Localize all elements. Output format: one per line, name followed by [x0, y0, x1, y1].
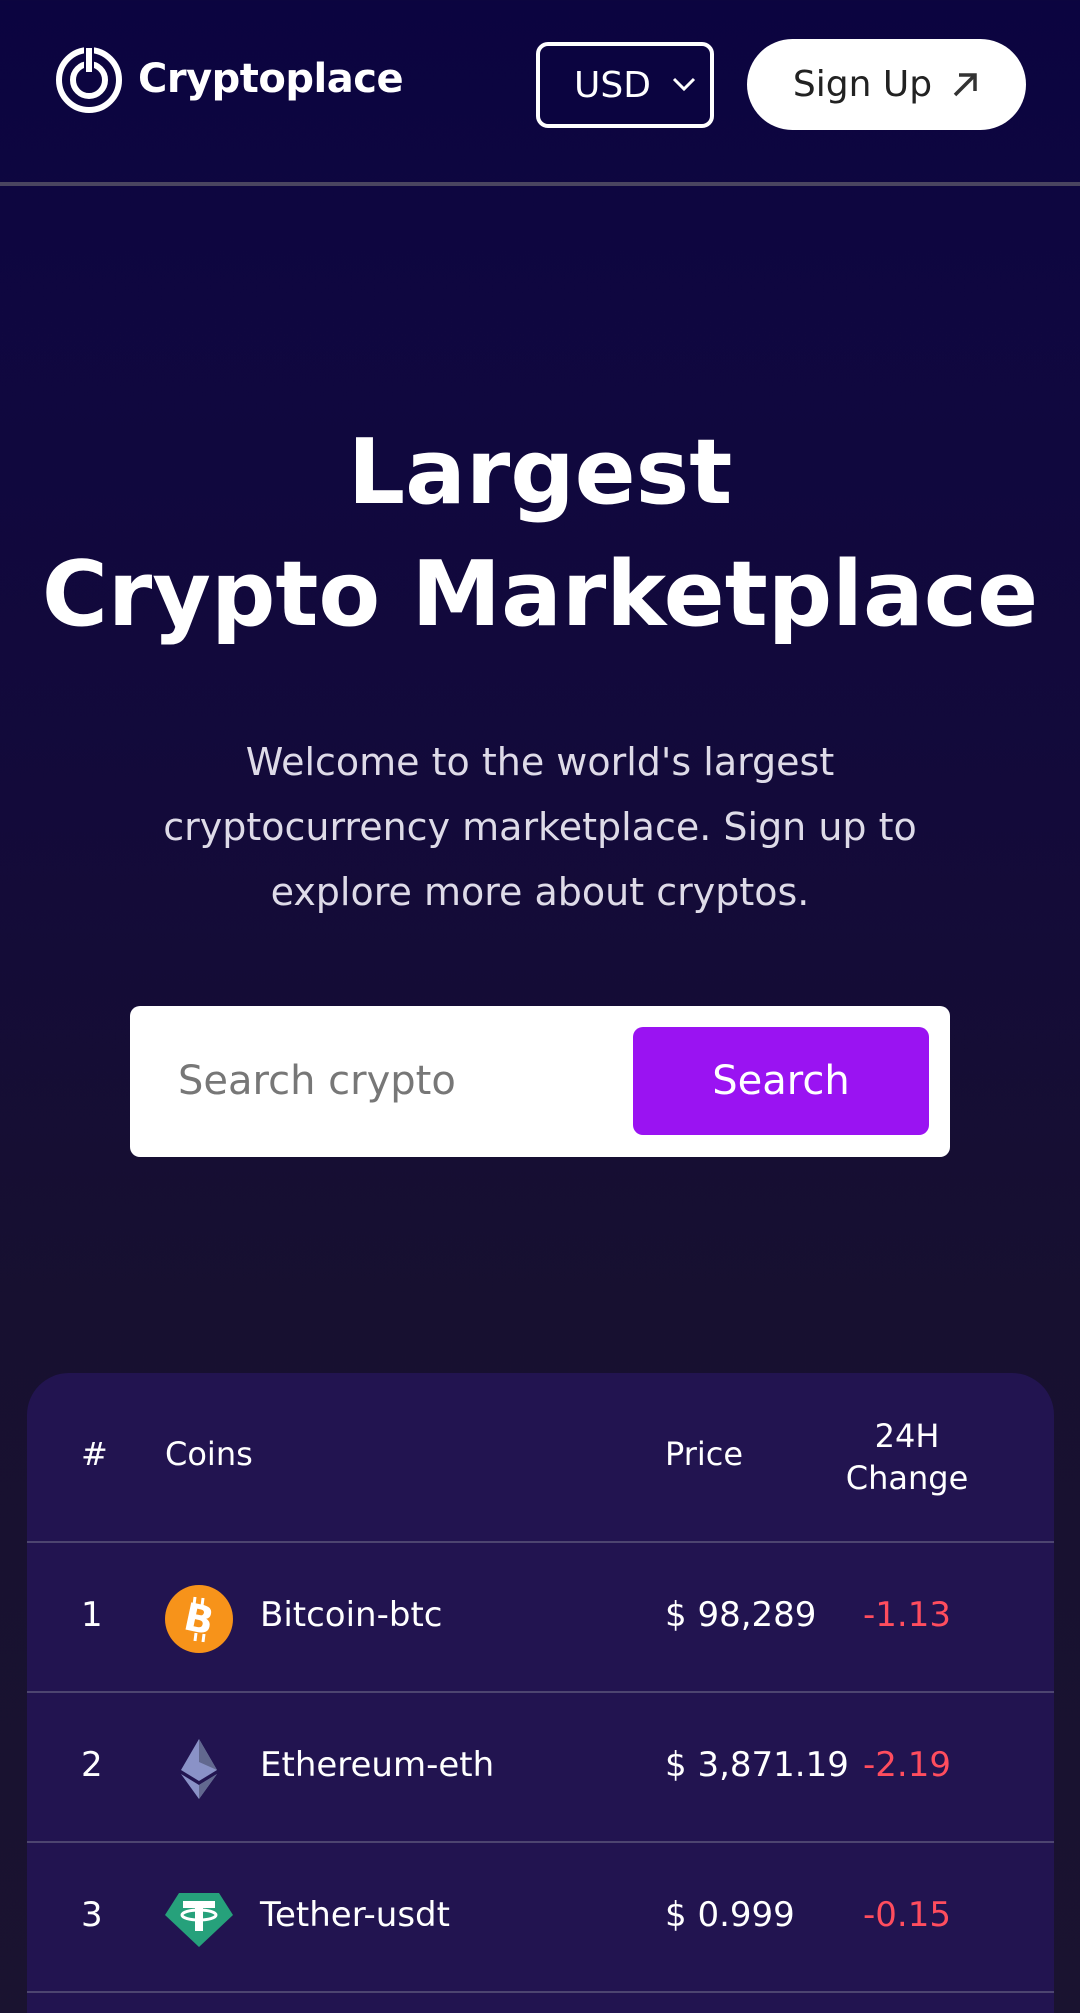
logo-icon — [56, 46, 122, 113]
column-header-rank: # — [81, 1435, 108, 1473]
row-price: $ 3,871.19 — [665, 1745, 849, 1785]
search-input[interactable] — [178, 1046, 598, 1116]
arrow-up-right-icon — [953, 72, 977, 96]
row-coin-name: Ethereum-eth — [260, 1745, 495, 1785]
column-header-change-line1: 24H — [874, 1417, 940, 1455]
table-row[interactable]: 1 B Bitcoin-btc $ 98,289 -1.13 — [27, 1543, 1054, 1693]
hero-title-line1: Largest — [347, 420, 733, 525]
table-row[interactable]: 3 Tether-usdt $ 0.999 -0.15 — [27, 1843, 1054, 1993]
row-price: $ 0.999 — [665, 1895, 795, 1935]
sign-up-label: Sign Up — [792, 64, 933, 105]
sign-up-button[interactable]: Sign Up — [747, 39, 1026, 130]
hero-subtitle-line2: cryptocurrency marketplace. Sign up to — [163, 805, 917, 849]
chevron-down-icon — [672, 77, 696, 92]
row-coin-name: Tether-usdt — [260, 1895, 450, 1935]
hero-subtitle: Welcome to the world's largest cryptocur… — [150, 730, 930, 925]
column-header-price: Price — [665, 1435, 744, 1473]
search-button[interactable]: Search — [633, 1027, 929, 1135]
bitcoin-icon: B — [165, 1585, 233, 1653]
hero-title-line2: Crypto Marketplace — [41, 542, 1039, 647]
table-header: # Coins Price 24H Change — [27, 1373, 1054, 1543]
column-header-change-line2: Change — [845, 1459, 969, 1497]
column-header-coins: Coins — [165, 1435, 253, 1473]
row-coin-name: Bitcoin-btc — [260, 1595, 443, 1635]
brand-logo[interactable]: Cryptoplace — [54, 44, 404, 114]
row-price: $ 98,289 — [665, 1595, 817, 1635]
brand-name: Cryptoplace — [138, 56, 404, 102]
hero-title: Largest Crypto Marketplace — [0, 412, 1080, 656]
ethereum-icon — [181, 1739, 217, 1799]
top-header: Cryptoplace USD Sign Up — [0, 0, 1080, 186]
row-rank: 3 — [81, 1895, 103, 1935]
hero-subtitle-line1: Welcome to the world's largest — [245, 740, 835, 784]
hero-subtitle-line3: explore more about cryptos. — [270, 870, 810, 914]
row-change: -2.19 — [863, 1745, 951, 1785]
currency-value: USD — [574, 64, 651, 106]
currency-select[interactable]: USD — [536, 42, 714, 128]
row-change: -1.13 — [863, 1595, 951, 1635]
row-rank: 2 — [81, 1745, 103, 1785]
tether-icon — [165, 1893, 233, 1947]
row-rank: 1 — [81, 1595, 103, 1635]
crypto-table: # Coins Price 24H Change 1 B Bitcoin-btc… — [27, 1373, 1054, 2013]
row-change: -0.15 — [863, 1895, 951, 1935]
table-row[interactable]: 2 Ethereum-eth $ 3,871.19 -2.19 — [27, 1693, 1054, 1843]
search-form: Search — [130, 1006, 950, 1157]
column-header-change: 24H Change — [827, 1415, 987, 1499]
